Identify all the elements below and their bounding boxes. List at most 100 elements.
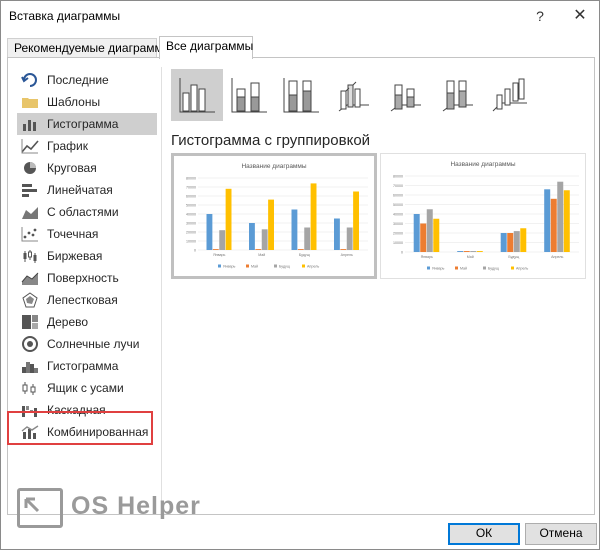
sidebar-item-label: Дерево <box>47 315 89 329</box>
bar <box>340 249 347 250</box>
sidebar-item-14[interactable]: Ящик с усами <box>17 377 157 399</box>
chart-preview-1[interactable]: Название диаграммы 0 10000 20000 30000 40000 5… <box>171 153 377 279</box>
scatter-chart-icon <box>21 226 39 242</box>
tab-all-charts[interactable]: Все диаграммы <box>159 36 253 59</box>
legend-swatch <box>483 266 486 270</box>
y-tick-label: 0 <box>401 251 403 255</box>
highlight-frame <box>7 411 153 445</box>
bar <box>206 214 213 250</box>
bar <box>334 218 340 250</box>
sidebar-item-2[interactable]: Гистограмма <box>17 113 157 135</box>
bar <box>353 191 359 250</box>
bar <box>433 218 440 252</box>
radar-chart-icon <box>21 292 39 308</box>
sidebar-item-label: Поверхность <box>47 271 119 285</box>
sidebar-item-8[interactable]: Биржевая <box>17 245 157 267</box>
bar <box>225 188 232 250</box>
box-whisker-chart-icon <box>21 380 39 396</box>
sidebar-item-label: Точечная <box>47 227 99 241</box>
y-tick-label: 50000 <box>393 203 403 207</box>
bar <box>420 223 427 252</box>
bar <box>304 227 311 250</box>
sidebar-item-10[interactable]: Лепестковая <box>17 289 157 311</box>
bar <box>463 251 470 252</box>
sunburst-chart-icon <box>21 336 39 352</box>
bar <box>413 214 420 252</box>
recent-icon <box>21 72 39 88</box>
bar <box>557 181 564 252</box>
sidebar-item-5[interactable]: Линейчатая <box>17 179 157 201</box>
histogram-chart-icon <box>21 358 39 374</box>
line-chart-icon <box>21 138 39 154</box>
legend-swatch <box>246 264 249 268</box>
dialog-title: Вставка диаграммы <box>9 9 121 23</box>
legend-label: Будущ <box>488 267 499 271</box>
chart-title: Название диаграммы <box>241 163 306 170</box>
y-tick-label: 10000 <box>393 241 403 245</box>
chart-preview-2[interactable]: Название диаграммы 0 10000 20000 30000 40000 5… <box>380 153 586 279</box>
sidebar-item-label: Круговая <box>47 161 97 175</box>
column-chart-icon <box>21 116 39 132</box>
y-tick-label: 80000 <box>393 175 403 179</box>
y-tick-label: 60000 <box>393 194 403 198</box>
y-tick-label: 20000 <box>393 232 403 236</box>
3d-column-icon[interactable] <box>483 69 535 121</box>
bar-chart-icon <box>21 182 39 198</box>
sidebar-item-label: График <box>47 139 88 153</box>
sidebar-item-4[interactable]: Круговая <box>17 157 157 179</box>
sidebar-item-7[interactable]: Точечная <box>17 223 157 245</box>
sidebar-item-13[interactable]: Гистограмма <box>17 355 157 377</box>
sidebar-item-9[interactable]: Поверхность <box>17 267 157 289</box>
sidebar-item-11[interactable]: Дерево <box>17 311 157 333</box>
sidebar-item-label: Ящик с усами <box>47 381 124 395</box>
sidebar-item-6[interactable]: С областями <box>17 201 157 223</box>
sidebar-item-label: Гистограмма <box>47 359 119 373</box>
ok-button[interactable]: ОК <box>448 523 520 545</box>
3d-stacked-column-icon[interactable] <box>379 69 431 121</box>
sidebar-item-label: Солнечные лучи <box>47 337 140 351</box>
legend-label: Апрель <box>516 267 528 271</box>
sidebar-item-12[interactable]: Солнечные лучи <box>17 333 157 355</box>
sidebar-item-label: Шаблоны <box>47 95 101 109</box>
legend-swatch <box>511 266 514 270</box>
bar <box>500 233 507 252</box>
area-chart-icon <box>21 204 39 220</box>
watermark-logo: OS Helper <box>17 488 217 528</box>
y-tick-label: 70000 <box>393 184 403 188</box>
cancel-button[interactable]: Отмена <box>525 523 597 545</box>
100-stacked-column-icon[interactable] <box>275 69 327 121</box>
legend-label: Будущ <box>279 265 290 269</box>
y-tick-label: 60000 <box>186 195 196 199</box>
stacked-column-icon[interactable] <box>223 69 275 121</box>
tab-recommended-charts[interactable]: Рекомендуемые диаграммы <box>7 38 171 58</box>
bar <box>268 199 274 250</box>
sidebar-item-0[interactable]: Последние <box>17 69 157 91</box>
x-tick-label: Апрель <box>341 253 353 257</box>
y-tick-label: 30000 <box>393 222 403 226</box>
3d-100-stacked-column-icon[interactable] <box>431 69 483 121</box>
insert-chart-dialog: Вставка диаграммы ? ✕ Рекомендуемые диаг… <box>0 0 600 550</box>
x-tick-label: Январь <box>421 255 433 259</box>
chart-title: Название диаграммы <box>450 161 515 168</box>
bar <box>563 190 570 252</box>
sidebar-item-3[interactable]: График <box>17 135 157 157</box>
close-icon[interactable]: ✕ <box>569 5 591 27</box>
legend-label: Январь <box>432 267 444 271</box>
title-bar: Вставка диаграммы ? ✕ <box>1 1 599 31</box>
x-tick-label: Май <box>467 255 474 259</box>
legend-swatch <box>302 264 305 268</box>
panel-divider <box>161 67 162 511</box>
x-tick-label: Май <box>258 253 265 257</box>
clustered-column-icon[interactable] <box>171 69 223 121</box>
bar <box>297 249 304 250</box>
folder-icon <box>21 94 39 110</box>
legend-swatch <box>455 266 458 270</box>
help-icon[interactable]: ? <box>529 5 551 27</box>
y-tick-label: 40000 <box>393 213 403 217</box>
bar <box>476 251 483 252</box>
sidebar-item-1[interactable]: Шаблоны <box>17 91 157 113</box>
3d-clustered-column-icon[interactable] <box>327 69 379 121</box>
bar <box>255 249 262 250</box>
bar <box>219 230 226 250</box>
y-tick-label: 0 <box>194 249 196 253</box>
